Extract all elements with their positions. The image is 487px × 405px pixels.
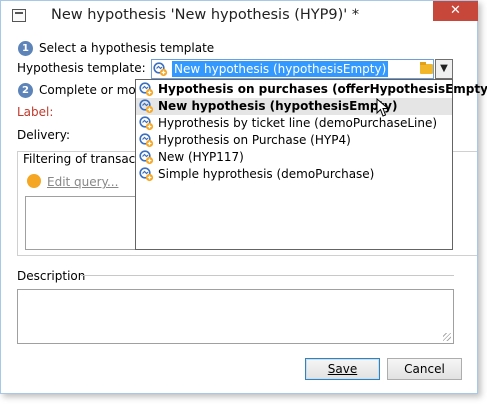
- hypothesis-icon: [139, 167, 154, 182]
- hypothesis-icon: [139, 82, 154, 97]
- dialog-window: New hypothesis 'New hypothesis (HYP9)' *…: [0, 0, 487, 394]
- dropdown-item[interactable]: Simple hyprothesis (demoPurchase): [136, 166, 452, 183]
- step-2-label: Complete or modi: [39, 83, 147, 97]
- dropdown-item-label: Simple hyprothesis (demoPurchase): [158, 167, 375, 181]
- dropdown-item[interactable]: Hyprothesis on Purchase (HYP4): [136, 132, 452, 149]
- hypothesis-icon: [139, 150, 154, 165]
- cancel-button-label: Cancel: [404, 362, 445, 376]
- dropdown-item[interactable]: Hyprothesis by ticket line (demoPurchase…: [136, 115, 452, 132]
- cancel-button[interactable]: Cancel: [387, 358, 462, 380]
- filtering-group-label: Filtering of transactio: [23, 152, 153, 166]
- dropdown-item-label: New hypothesis (hypothesisEmpty): [158, 99, 398, 113]
- step-2-badge: 2: [18, 83, 33, 98]
- hypothesis-icon: [139, 99, 154, 114]
- hypothesis-icon: [153, 62, 168, 77]
- dropdown-item-label: New (HYP117): [158, 150, 244, 164]
- close-button[interactable]: ✕: [433, 1, 478, 21]
- mouse-cursor-icon: [376, 98, 390, 117]
- save-button-label: Save: [327, 362, 358, 376]
- dropdown-item-label: Hyprothesis on Purchase (HYP4): [158, 133, 351, 147]
- delivery-field-label: Delivery:: [17, 128, 70, 142]
- template-selected-value[interactable]: New hypothesis (hypothesisEmpty): [172, 61, 389, 77]
- title-bar[interactable]: New hypothesis 'New hypothesis (HYP9)' *…: [1, 1, 478, 31]
- description-textarea[interactable]: [17, 289, 454, 344]
- dropdown-item[interactable]: New (HYP117): [136, 149, 452, 166]
- description-separator: [81, 275, 454, 276]
- dropdown-item[interactable]: Hypothesis on purchases (offerHypothesis…: [136, 81, 487, 98]
- dropdown-item-label: Hypothesis on purchases (offerHypothesis…: [158, 82, 487, 96]
- dropdown-item[interactable]: New hypothesis (hypothesisEmpty): [136, 98, 452, 115]
- template-field-label: Hypothesis template:: [17, 61, 146, 75]
- window-title: New hypothesis 'New hypothesis (HYP9)' *: [51, 7, 360, 23]
- query-preview-box: [25, 196, 145, 250]
- dropdown-toggle-button[interactable]: ▼: [435, 59, 453, 79]
- hypothesis-icon: [139, 133, 154, 148]
- step-1-label: Select a hypothesis template: [39, 41, 215, 55]
- folder-button[interactable]: [417, 59, 435, 79]
- resize-grip-icon[interactable]: [443, 333, 451, 341]
- step-1-badge: 1: [18, 41, 33, 56]
- description-label: Description: [17, 269, 86, 283]
- folder-icon: [420, 62, 433, 74]
- hypothesis-icon: [139, 116, 154, 131]
- edit-query-link[interactable]: Edit query...: [47, 175, 118, 189]
- dropdown-item-label: Hyprothesis by ticket line (demoPurchase…: [158, 116, 438, 130]
- chevron-down-icon: ▼: [440, 63, 448, 74]
- save-button[interactable]: Save: [305, 358, 380, 380]
- template-dropdown-list[interactable]: Hypothesis on purchases (offerHypothesis…: [135, 79, 487, 250]
- label-field-label: Label:: [17, 105, 54, 119]
- template-combobox[interactable]: New hypothesis (hypothesisEmpty): [151, 59, 434, 79]
- form-icon: [12, 9, 26, 22]
- query-dot-icon: [27, 174, 41, 188]
